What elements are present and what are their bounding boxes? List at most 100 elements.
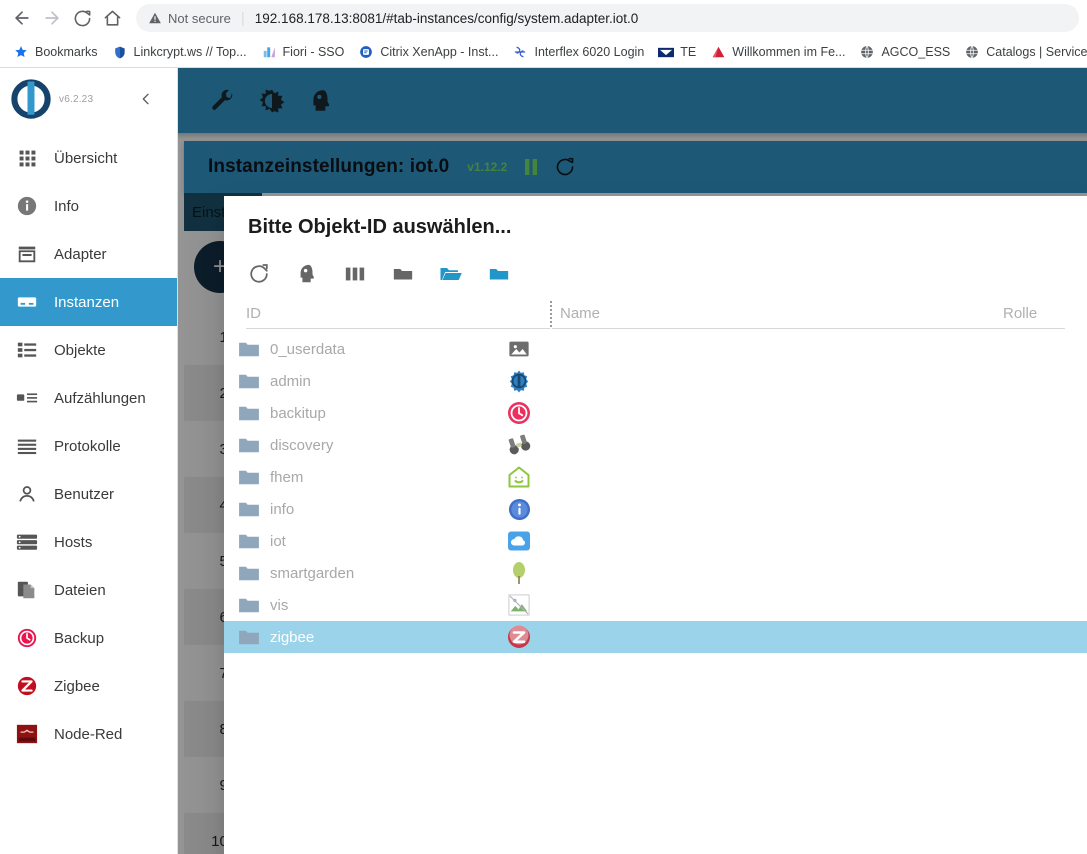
folder-icon (236, 368, 262, 394)
info-blue-icon (506, 496, 532, 522)
sidebar-item-label: Objekte (54, 341, 106, 359)
table-row[interactable]: zigbee (224, 621, 1087, 653)
folder-icon (236, 560, 262, 586)
node-red-icon (14, 721, 40, 747)
table-row[interactable]: info (224, 493, 1087, 525)
browser-nav-row: Not secure | 192.168.178.13:8081/#tab-in… (0, 0, 1087, 36)
expand-all-icon[interactable] (430, 257, 472, 291)
object-id-label: fhem (270, 468, 304, 486)
omnibox-divider: | (240, 9, 245, 27)
columns-icon[interactable] (334, 257, 376, 291)
object-id-label: admin (270, 372, 311, 390)
sidebar-item-label: Instanzen (54, 293, 120, 311)
sidebar-item-backup[interactable]: Backup (0, 614, 177, 662)
bookmark-item-te[interactable]: TE (651, 40, 703, 64)
sidebar-item-adapter[interactable]: Adapter (0, 230, 177, 278)
bookmark-item-agco-ess[interactable]: AGCO_ESS (852, 40, 957, 64)
sidebar-item-label: Node-Red (54, 725, 123, 743)
log-icon (14, 433, 40, 459)
table-row[interactable]: backitup (224, 397, 1087, 429)
chevron-left-icon[interactable] (135, 88, 157, 110)
sidebar-version: v6.2.23 (59, 93, 94, 105)
globe-icon (964, 44, 980, 60)
sidebar-item-protokolle[interactable]: Protokolle (0, 422, 177, 470)
object-id-label: 0_userdata (270, 340, 346, 358)
refresh-icon[interactable] (238, 257, 280, 291)
tree-icon (506, 560, 532, 586)
sidebar-item-dateien[interactable]: Dateien (0, 566, 177, 614)
table-row[interactable]: 0_userdata (224, 333, 1087, 365)
sidebar-item-label: Aufzählungen (54, 389, 146, 407)
sidebar-header: v6.2.23 (0, 68, 177, 130)
back-arrow-icon[interactable] (8, 4, 36, 32)
folder-icon (236, 496, 262, 522)
globe-icon (859, 44, 875, 60)
sidebar-item-aufzaehlungen[interactable]: Aufzählungen (0, 374, 177, 422)
table-row[interactable]: admin (224, 365, 1087, 397)
object-id-label: backitup (270, 404, 326, 422)
object-id-label: iot (270, 532, 286, 550)
sidebar-item-label: Dateien (54, 581, 106, 599)
table-row[interactable]: discovery (224, 429, 1087, 461)
sidebar-item-uebersicht[interactable]: Übersicht (0, 134, 177, 182)
column-header-id[interactable]: ID (246, 299, 550, 329)
column-header-rolle[interactable]: Rolle (1001, 299, 1065, 329)
bookmark-item-fiori[interactable]: Fiori - SSO (254, 40, 352, 64)
list-icon (14, 337, 40, 363)
te-icon (658, 44, 675, 60)
bookmark-item-catalogs[interactable]: Catalogs | ServiceN... (957, 40, 1087, 64)
broken-image-icon (506, 592, 532, 618)
bookmark-item-willkommen[interactable]: Willkommen im Fe... (703, 40, 852, 64)
sidebar-item-instanzen[interactable]: Instanzen (0, 278, 177, 326)
bookmarks-bar: Bookmarks Linkcrypt.ws // Top... Fiori -… (0, 36, 1087, 68)
sidebar-item-label: Protokolle (54, 437, 121, 455)
table-row[interactable]: vis (224, 589, 1087, 621)
info-icon (14, 193, 40, 219)
sap-fiori-icon (261, 44, 277, 60)
address-bar[interactable]: Not secure | 192.168.178.13:8081/#tab-in… (136, 4, 1079, 32)
expand-one-icon[interactable] (478, 257, 520, 291)
sidebar-item-hosts[interactable]: Hosts (0, 518, 177, 566)
bookmark-label: Fiori - SSO (282, 45, 345, 59)
instances-icon (14, 289, 40, 315)
security-indicator[interactable]: Not secure (148, 11, 231, 26)
sidebar-item-benutzer[interactable]: Benutzer (0, 470, 177, 518)
bookmark-item-citrix[interactable]: Citrix XenApp - Inst... (351, 40, 505, 64)
bookmark-item-bookmarks[interactable]: Bookmarks (6, 40, 105, 64)
folder-icon (236, 592, 262, 618)
bookmark-label: AGCO_ESS (881, 45, 951, 59)
forward-arrow-icon[interactable] (38, 4, 66, 32)
table-row[interactable]: fhem (224, 461, 1087, 493)
sidebar-item-label: Übersicht (54, 149, 118, 167)
interflex-icon (512, 44, 528, 60)
object-id-label: vis (270, 596, 289, 614)
cloud-icon (506, 528, 532, 554)
collapse-all-icon[interactable] (382, 257, 424, 291)
reload-icon[interactable] (68, 4, 96, 32)
bookmark-item-interflex[interactable]: Interflex 6020 Login (505, 40, 651, 64)
enum-icon (14, 385, 40, 411)
sidebar-item-info[interactable]: Info (0, 182, 177, 230)
bookmark-label: Linkcrypt.ws // Top... (133, 45, 247, 59)
sidebar-item-zigbee[interactable]: Zigbee (0, 662, 177, 710)
folder-icon (236, 624, 262, 650)
bookmark-item-linkcrypt[interactable]: Linkcrypt.ws // Top... (105, 40, 254, 64)
expert-mode-icon[interactable] (286, 257, 328, 291)
select-object-id-dialog: Bitte Objekt-ID auswählen... ID Name Rol… (224, 196, 1087, 854)
object-id-label: smartgarden (270, 564, 355, 582)
sidebar-item-label: Info (54, 197, 80, 215)
backup-clock-icon (506, 400, 532, 426)
folder-icon (236, 400, 262, 426)
folder-icon (236, 464, 262, 490)
home-icon[interactable] (98, 4, 126, 32)
sidebar-item-objekte[interactable]: Objekte (0, 326, 177, 374)
sidebar: v6.2.23 Übersicht Info Adapter Instanzen… (0, 68, 178, 854)
table-row[interactable]: iot (224, 525, 1087, 557)
table-row[interactable]: smartgarden (224, 557, 1087, 589)
iobroker-logo-icon (10, 78, 52, 120)
sidebar-item-node-red[interactable]: Node-Red (0, 710, 177, 758)
object-id-list: 0_userdata admin backitup discovery fhem… (224, 333, 1087, 653)
admin-gear-icon (506, 368, 532, 394)
column-header-name[interactable]: Name (552, 299, 1001, 329)
star-icon (13, 44, 29, 60)
